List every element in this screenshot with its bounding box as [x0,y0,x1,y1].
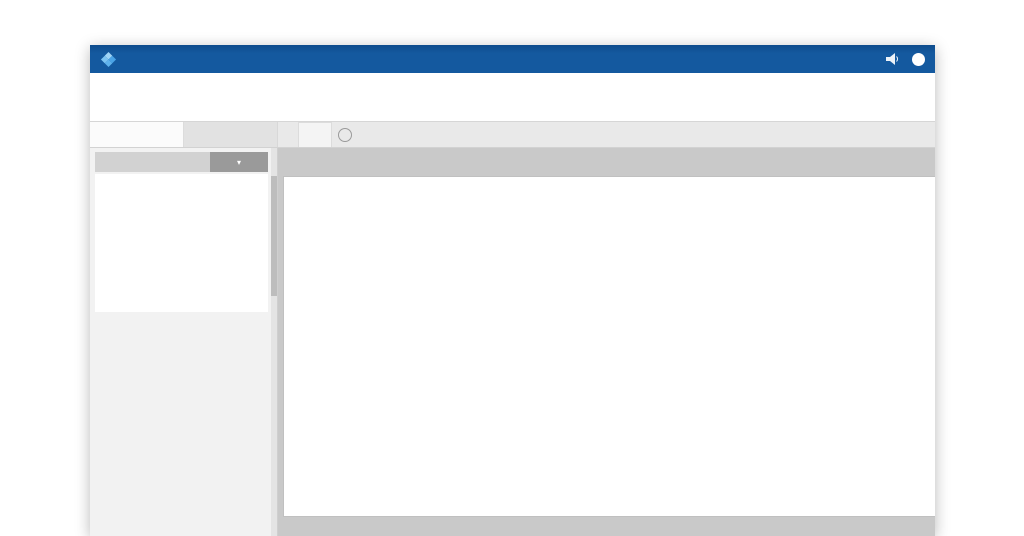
tab-smartpanel[interactable] [90,122,184,147]
diagram-page[interactable] [283,176,935,517]
symbol-library-header [95,152,268,172]
tab-page-1[interactable] [298,122,332,147]
app-window [90,45,935,536]
smartdraw-logo [100,51,123,68]
symbol-grid [95,174,268,312]
scrollbar-thumb[interactable] [271,176,277,296]
tab-row [90,122,935,148]
tab-symbols[interactable] [184,122,277,147]
topbar-right [886,53,925,66]
page-tabs [278,122,352,147]
panel-tabs [90,122,278,147]
add-page-button[interactable] [338,128,352,142]
ribbon-toolbar [90,73,935,122]
smartpanel-sidebar [90,148,278,536]
canvas-area [278,148,935,536]
panel-scrollbar[interactable] [271,148,277,536]
screen [0,0,1024,536]
announcement-icon[interactable] [886,53,900,65]
smartdraw-logo-icon [100,51,117,68]
help-icon[interactable] [912,53,925,66]
more-button[interactable] [210,152,268,172]
main-content [90,148,935,536]
top-menubar [90,45,935,73]
